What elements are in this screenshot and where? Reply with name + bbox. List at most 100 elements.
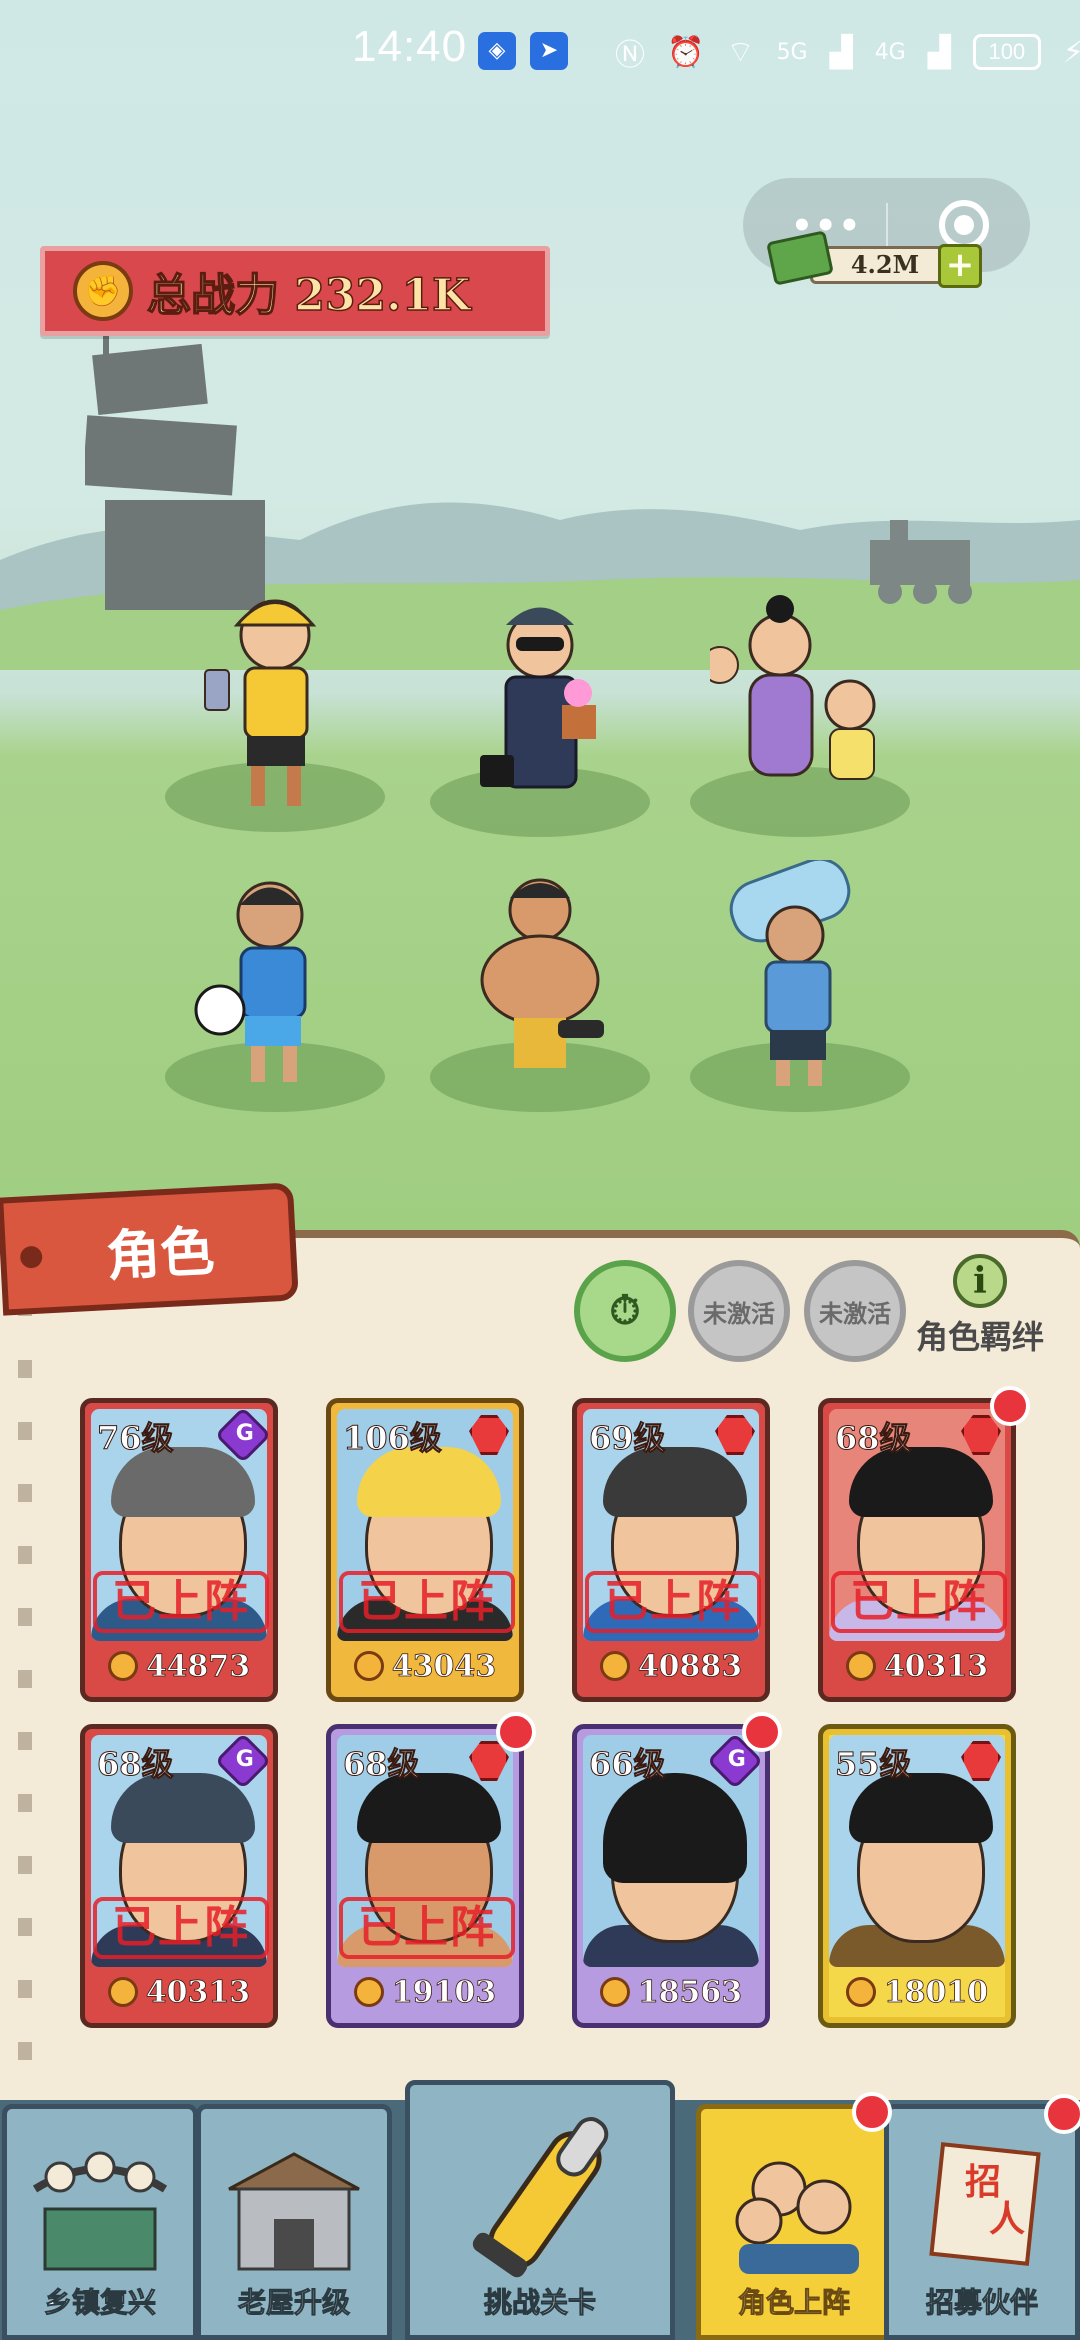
card-level: 68级 [835,1419,913,1458]
nav-label: 老屋升级 [237,2286,350,2320]
alarm-icon: ⏰ [667,34,705,70]
field-character-boss[interactable] [430,585,650,837]
add-currency-button[interactable]: + [938,244,982,288]
house-icon [228,2152,360,2271]
signal-icon: ▟ [927,34,951,70]
card-power: 18010 [823,1961,1011,2023]
card-level: 66级 [589,1745,667,1784]
fist-icon [599,1977,630,2007]
card-level: 69级 [589,1419,667,1458]
panel-title-tab: 角色 [0,1182,299,1316]
deployed-stamp: 已上阵 [339,1571,515,1633]
market-icon [32,2151,168,2271]
role-card[interactable]: 69级 已上阵 40883 [572,1398,770,1702]
deployed-stamp: 已上阵 [93,1897,269,1959]
role-bond-label: 角色羁绊 [915,1318,1044,1356]
clock-icon: ⏱ [609,1288,641,1334]
total-power-banner: ✊ 总战力 232.1K [40,246,550,336]
card-power-value: 40313 [883,1648,989,1684]
card-power: 19103 [331,1961,519,2023]
card-level: 55级 [835,1745,913,1784]
card-power: 40313 [823,1635,1011,1697]
nav-recruit-partner[interactable]: 招 人 招募伙伴 [884,2104,1080,2340]
svg-text:人: 人 [989,2199,1025,2240]
card-power: 40313 [85,1961,273,2023]
deployed-stamp: 已上阵 [93,1571,269,1633]
role-bond-button[interactable]: i 角色羁绊 [905,1254,1055,1358]
card-power-value: 40313 [145,1974,251,2010]
currency-display: 4.2M + [766,230,985,288]
filter-building-button[interactable]: 未激活 [688,1260,790,1362]
panel-title: 角色 [104,1219,216,1288]
role-card[interactable]: 55级 18010 [818,1724,1016,2028]
notification-dot [1044,2094,1080,2134]
fist-icon [845,1977,876,2007]
battery-icon: 100 [972,34,1041,70]
card-power: 40883 [577,1635,765,1697]
card-power: 44873 [85,1635,273,1697]
fist-icon [107,1651,138,1681]
card-power: 43043 [331,1635,519,1697]
nav-challenge-level[interactable]: 挑战关卡 [405,2080,675,2340]
recruit-poster-icon: 招 人 [929,2142,1041,2266]
deployed-stamp: 已上阵 [831,1571,1007,1633]
fist-icon [353,1651,384,1681]
chainsaw-icon [472,2117,609,2278]
card-power-value: 18563 [637,1974,743,2010]
status-time: 14:40 [352,22,468,71]
fist-icon [107,1977,138,2007]
role-card[interactable]: 76级 已上阵 44873 [80,1398,278,1702]
card-power-value: 44873 [145,1648,251,1684]
notification-dot [852,2092,892,2132]
app-notification-icon: ➤ [530,32,568,70]
notification-dot [496,1712,536,1752]
nav-label: 角色上阵 [737,2286,850,2320]
filter-clock-button[interactable]: ⏱ [574,1260,676,1362]
fist-icon [599,1651,630,1681]
charging-icon: ⚡ [1062,34,1080,70]
fist-icon [353,1977,384,2007]
role-card[interactable]: 66级 18563 [572,1724,770,2028]
fist-icon [845,1651,876,1681]
filter-swirl-button[interactable]: 未激活 [804,1260,906,1362]
card-level: 106级 [343,1419,443,1458]
card-power-value: 40883 [637,1648,743,1684]
card-level: 76级 [97,1419,175,1458]
field-character-mother-family[interactable] [690,585,910,837]
tab-hole [19,1245,43,1269]
nfc-icon: Ⓝ [615,38,645,73]
deployed-stamp: 已上阵 [339,1897,515,1959]
field-character-bodybuilder[interactable] [430,860,650,1112]
svg-text:招: 招 [965,2162,1001,2203]
role-card[interactable]: 106级 已上阵 43043 [326,1398,524,1702]
nav-house-upgrade[interactable]: 老屋升级 [196,2104,392,2340]
nav-role-deploy[interactable]: 角色上阵 [696,2104,892,2340]
status-icons: Ⓝ ⏰ ⌔ 5G ▟ 4G ▟ 100 ⚡ [615,30,1080,74]
nav-label: 招募伙伴 [925,2286,1038,2320]
nav-town-revival[interactable]: 乡镇复兴 [2,2104,198,2340]
deployed-stamp: 已上阵 [585,1571,761,1633]
card-power-value: 43043 [391,1648,497,1684]
field-character-delivery-man[interactable] [165,580,385,832]
signal-4g-label: 4G [874,39,906,65]
field-character-soccer-player[interactable] [165,860,385,1112]
nav-label: 挑战关卡 [483,2286,596,2320]
filter-label: 未激活 [703,1299,775,1328]
card-level: 68级 [343,1745,421,1784]
signal-icon: ▟ [829,34,853,70]
role-card[interactable]: 68级 已上阵 40313 [80,1724,278,2028]
app-notification-icon: ◈ [478,32,516,70]
wifi-icon: ⌔ [726,35,755,70]
role-card[interactable]: 68级 已上阵 19103 [326,1724,524,2028]
info-icon: i [953,1254,1007,1308]
filter-label: 未激活 [819,1299,891,1328]
status-bar: 14:40 ◈ ➤ Ⓝ ⏰ ⌔ 5G ▟ 4G ▟ 100 ⚡ [0,0,1080,104]
role-card[interactable]: 68级 已上阵 40313 [818,1398,1016,1702]
nav-label: 乡镇复兴 [43,2286,156,2320]
card-power-value: 19103 [391,1974,497,2010]
card-level: 68级 [97,1745,175,1784]
notification-dot [990,1386,1030,1426]
ruined-tower-icon [85,320,265,610]
characters-group-icon [735,2161,859,2274]
field-character-water-carrier[interactable] [690,860,910,1112]
